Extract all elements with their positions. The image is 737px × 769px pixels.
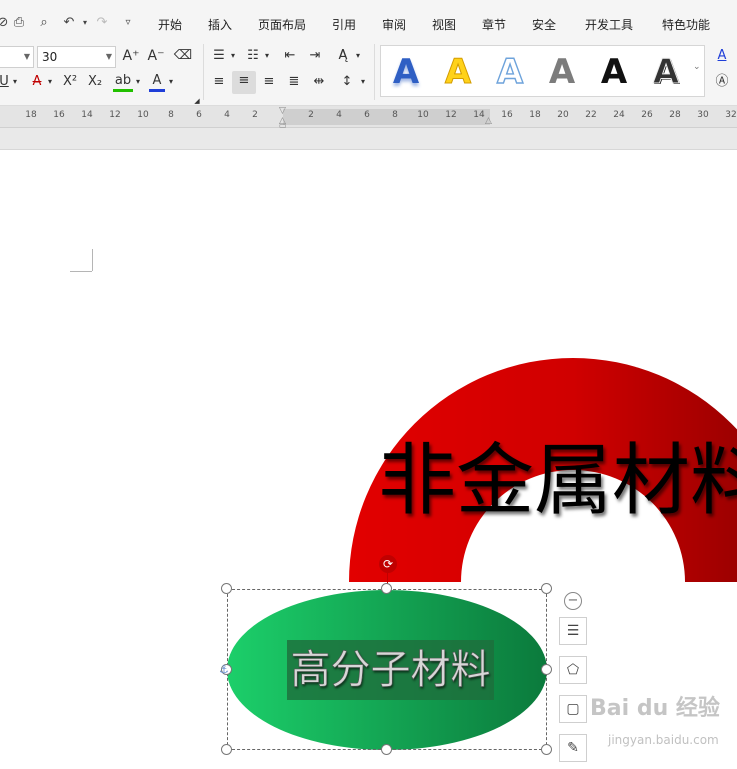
resize-handle-nw[interactable] — [221, 583, 232, 594]
watermark-url: jingyan.baidu.com — [608, 733, 719, 747]
resize-handle-s[interactable] — [381, 744, 392, 755]
collapse-toolbar-icon[interactable]: − — [564, 592, 582, 610]
resize-handle-e[interactable] — [541, 664, 552, 675]
shape-fill-icon[interactable]: ⬠ — [559, 656, 587, 684]
anchor-icon[interactable]: ⚓ — [219, 663, 231, 677]
arch-title-text[interactable]: 非金属材料 — [378, 418, 737, 530]
resize-handle-ne[interactable] — [541, 583, 552, 594]
selection-frame[interactable] — [227, 589, 547, 750]
text-wrap-icon[interactable]: ☰ — [559, 617, 587, 645]
rotate-icon[interactable]: ⟳ — [379, 555, 397, 573]
resize-handle-sw[interactable] — [221, 744, 232, 755]
resize-handle-se[interactable] — [541, 744, 552, 755]
wps-writer-window: ⊘ ⎙ ⌕ ↶ ▾ ↷ ▿ 开始 插入 页面布局 引用 审阅 视图 章节 安全 开发工具 特色功能… — [0, 0, 737, 769]
shape-outline-icon[interactable]: ▢ — [559, 695, 587, 723]
watermark-brand: Bai du 经验 — [590, 696, 720, 721]
format-painter-icon[interactable]: ✎ — [559, 734, 587, 762]
resize-handle-n[interactable] — [381, 583, 392, 594]
